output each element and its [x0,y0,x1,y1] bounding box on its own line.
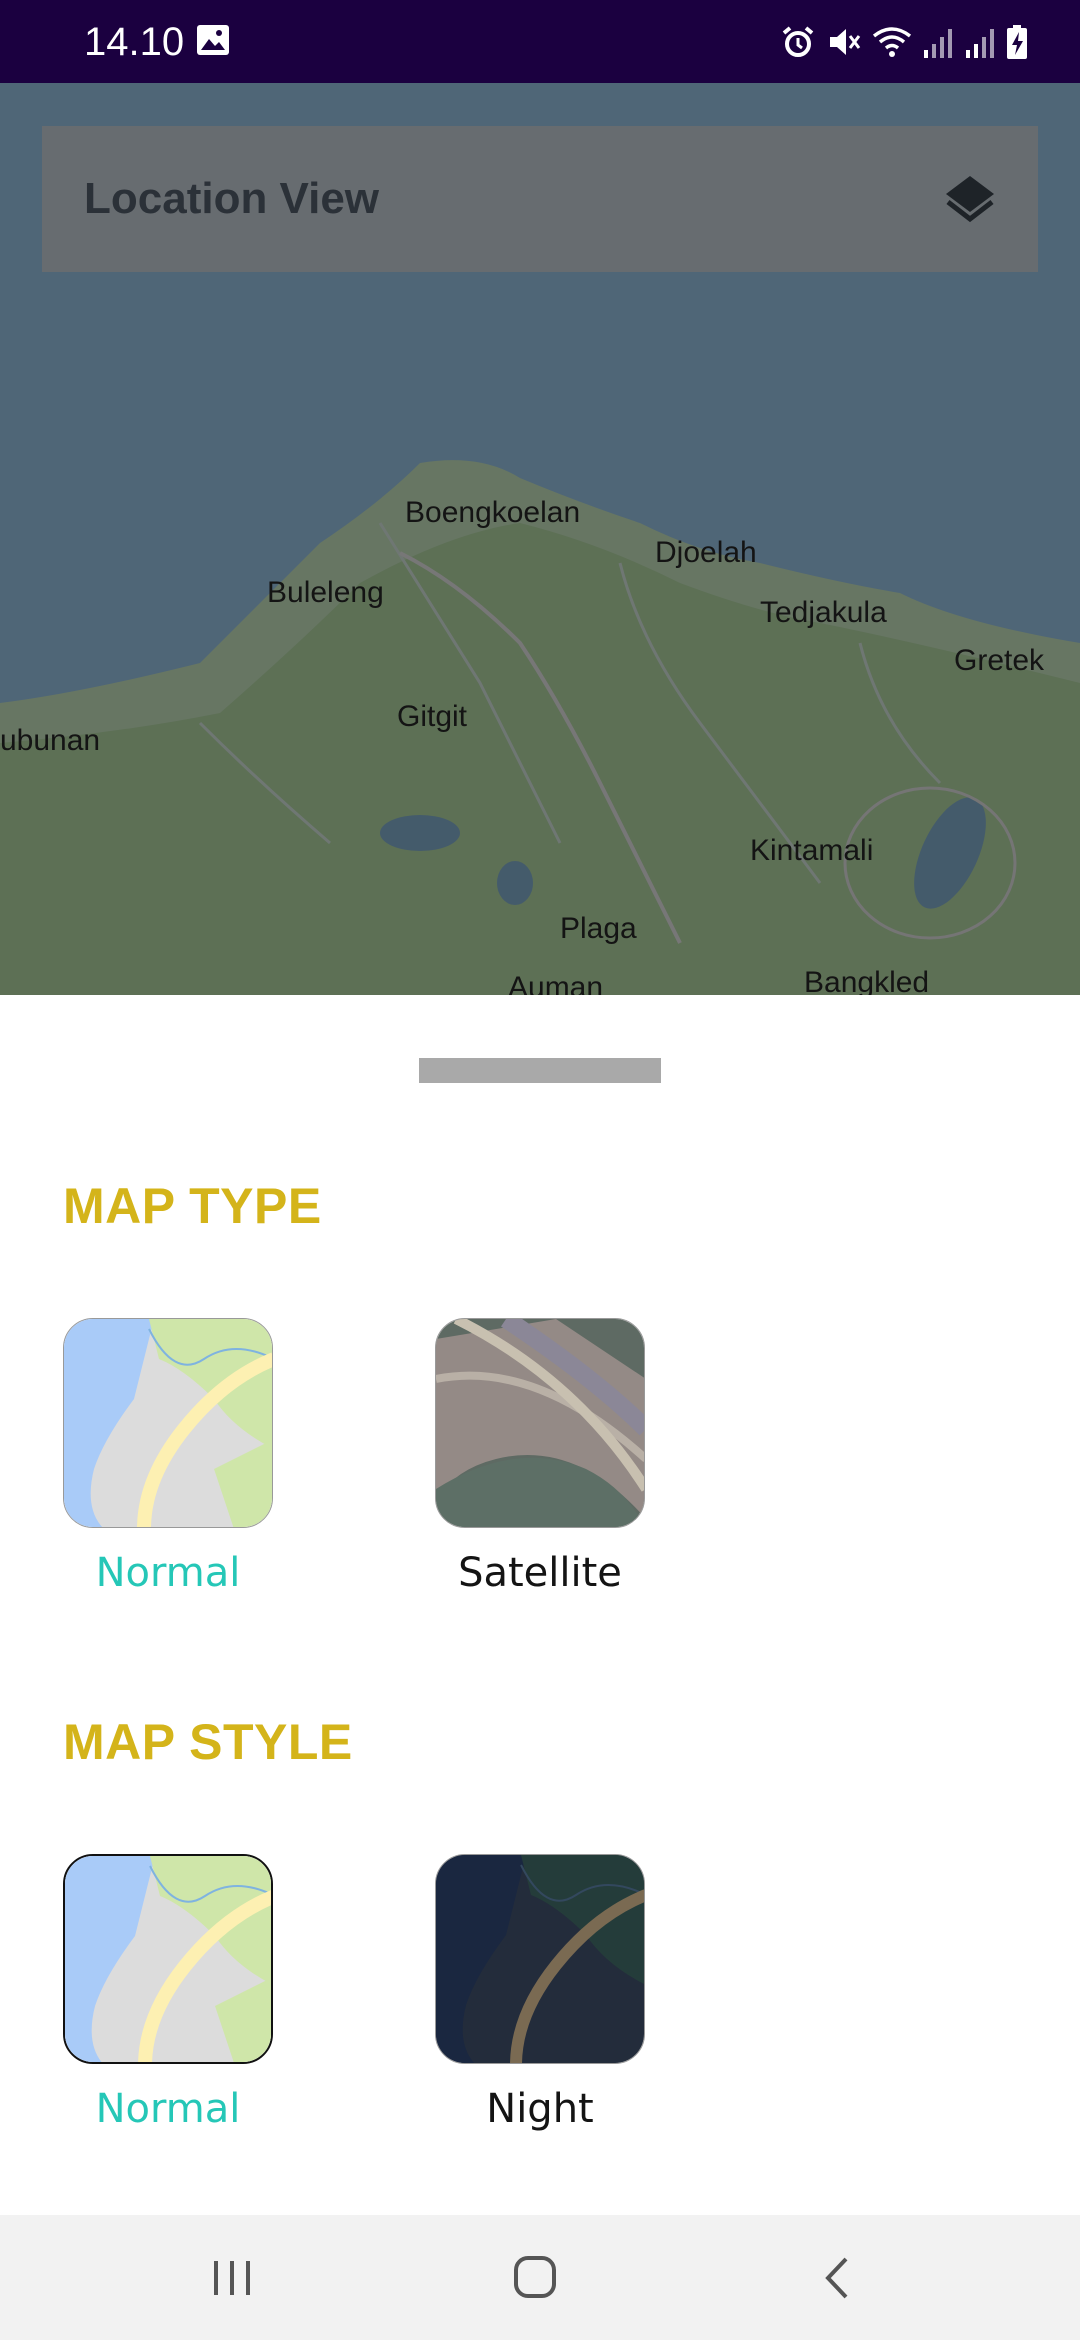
map-style-title: MAP STYLE [63,1714,353,1770]
home-icon[interactable] [505,2253,565,2303]
map-type-satellite-option[interactable]: Satellite [410,1318,670,1596]
page-title: Location View [84,174,380,223]
alarm-icon [782,26,814,57]
status-bar: 14.10 [0,0,1080,83]
map-style-night-label: Night [486,2086,594,2132]
battery-charging-icon [1007,25,1027,59]
layers-icon[interactable] [940,168,1000,228]
map-type-normal-label: Normal [95,1550,241,1596]
status-time: 14.10 [84,20,185,64]
map-style-normal-label: Normal [95,2086,241,2132]
mute-icon [830,29,861,55]
map-type-normal-option[interactable]: Normal [38,1318,298,1596]
map-style-night-option[interactable]: Night [410,1854,670,2132]
signal-icon [966,29,994,58]
system-nav-bar [0,2215,1080,2340]
night-style-preview [436,1855,644,2063]
map-view[interactable]: Boengkoelan Djoelah Buleleng Tedjakula G… [0,83,1080,995]
back-icon[interactable] [808,2253,868,2303]
normal-map-thumbnail[interactable] [63,1318,273,1528]
wifi-icon [872,27,912,57]
normal-style-preview [65,1856,271,2062]
location-top-bar: Location View [42,126,1038,272]
map-style-normal-option[interactable]: Normal [38,1854,298,2132]
map-type-title: MAP TYPE [63,1178,322,1234]
satellite-map-preview [436,1319,644,1527]
status-icons [780,20,1028,64]
normal-map-preview [64,1319,272,1527]
recent-apps-icon[interactable] [202,2253,262,2303]
map-type-satellite-label: Satellite [458,1550,622,1596]
signal-icon [924,29,952,58]
map-options-sheet: MAP TYPE Normal Satellite MAP STYLE Norm… [0,995,1080,2215]
night-style-thumbnail[interactable] [435,1854,645,2064]
normal-style-thumbnail[interactable] [63,1854,273,2064]
drag-handle[interactable] [419,1058,661,1083]
gallery-icon [197,25,229,55]
satellite-map-thumbnail[interactable] [435,1318,645,1528]
